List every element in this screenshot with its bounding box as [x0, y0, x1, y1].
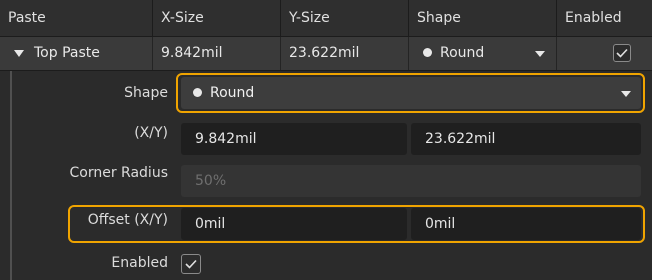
row-enabled-cell [556, 37, 652, 70]
size-label: (X/Y) [134, 125, 168, 141]
column-header-x-size[interactable]: X-Size [152, 0, 280, 36]
enabled-label: Enabled [111, 255, 168, 271]
enabled-checkbox[interactable] [181, 254, 201, 274]
table-header: Paste X-Size Y-Size Shape Enabled [0, 0, 652, 37]
column-header-enabled[interactable]: Enabled [556, 0, 652, 36]
round-shape-icon [193, 87, 202, 97]
corner-radius-input: 50% [181, 165, 641, 197]
round-shape-icon [423, 47, 432, 57]
paste-detail-panel: Shape Round (X/Y) 9.842mil 23.622mil Cor… [0, 71, 652, 280]
shape-dropdown-value: Round [210, 85, 255, 101]
column-header-y-size[interactable]: Y-Size [280, 0, 408, 36]
column-header-shape[interactable]: Shape [408, 0, 556, 36]
size-y-input[interactable]: 23.622mil [411, 123, 641, 155]
row-name: Top Paste [34, 45, 100, 61]
offset-x-input[interactable]: 0mil [181, 208, 407, 240]
tree-guide-line [10, 71, 12, 280]
row-shape-dropdown[interactable]: Round [408, 37, 556, 70]
offset-y-input[interactable]: 0mil [411, 208, 641, 240]
row-x-size[interactable]: 9.842mil [152, 37, 280, 70]
shape-label: Shape [124, 85, 168, 101]
checkmark-icon [185, 259, 197, 269]
row-shape-value: Round [440, 45, 485, 61]
column-header-paste[interactable]: Paste [0, 0, 152, 36]
table-row-top-paste[interactable]: Top Paste 9.842mil 23.622mil Round [0, 37, 652, 71]
offset-label: Offset (X/Y) [87, 212, 168, 228]
checkmark-icon [616, 48, 628, 58]
chevron-down-icon[interactable] [621, 91, 631, 97]
row-enabled-checkbox[interactable] [613, 44, 631, 62]
size-x-input[interactable]: 9.842mil [181, 123, 407, 155]
row-y-size[interactable]: 23.622mil [280, 37, 408, 70]
corner-radius-label: Corner Radius [69, 165, 169, 181]
collapse-triangle-icon[interactable] [14, 49, 24, 57]
row-name-cell[interactable]: Top Paste [0, 37, 152, 70]
shape-dropdown[interactable]: Round [181, 77, 641, 109]
chevron-down-icon[interactable] [535, 51, 545, 57]
